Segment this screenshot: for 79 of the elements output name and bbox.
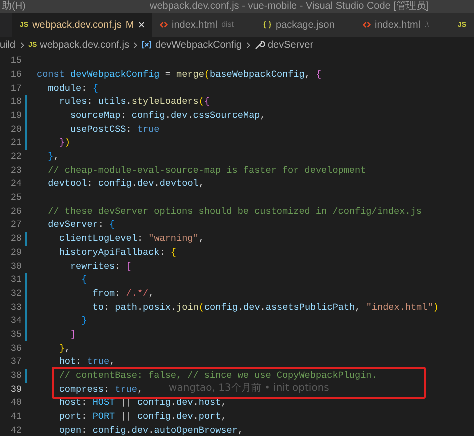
- line-number: 32: [10, 288, 22, 298]
- code-line: sourceMap: config.dev.cssSourceMap,: [69, 110, 266, 120]
- code-line: },: [58, 344, 70, 353]
- line-number: 15: [10, 56, 22, 66]
- chevron-right-icon: [132, 42, 140, 48]
- line-number: 36: [10, 344, 22, 353]
- variable-icon: [142, 41, 152, 49]
- line-number: 41: [10, 412, 22, 422]
- code-line: to: path.posix.join(config.dev.assetsPublicPath, "index.html"): [92, 302, 439, 312]
- line-number: 40: [10, 398, 22, 408]
- code-line: devtool: config.dev.devtool,: [47, 179, 204, 189]
- line-number: 29: [10, 248, 22, 258]
- braces-icon: [263, 21, 272, 29]
- line-number: 33: [10, 302, 22, 312]
- code-line: usePostCSS: true: [69, 124, 160, 134]
- code-line: from: /.*/,: [92, 288, 154, 298]
- chevron-right-icon: [18, 42, 26, 48]
- line-number: 23: [10, 166, 22, 175]
- breadcrumb-item[interactable]: uild: [0, 38, 16, 52]
- chevron-right-icon: [245, 42, 252, 48]
- code-line: historyApiFallback: {: [58, 248, 177, 258]
- line-number: 31: [10, 275, 22, 284]
- close-icon[interactable]: ×: [138, 19, 146, 31]
- code-line: compress: true,: [58, 384, 144, 394]
- code-line: // cheap-module-eval-source-map is faster for development: [47, 166, 366, 175]
- modified-label: M: [126, 18, 134, 32]
- code-line: hot: true,: [58, 357, 116, 367]
- line-number: 38: [10, 371, 22, 380]
- code-line: }: [80, 316, 88, 326]
- line-number: 20: [10, 124, 22, 134]
- code-line: port: PORT || config.dev.port,: [58, 412, 227, 422]
- code-line: }): [58, 138, 70, 148]
- line-number: 26: [10, 206, 22, 216]
- line-number: 35: [10, 330, 22, 340]
- code-line: {: [80, 275, 88, 284]
- code-line: },: [47, 152, 60, 162]
- line-number: 17: [10, 84, 22, 93]
- tab-label: index.html: [375, 18, 421, 32]
- line-number: 37: [10, 357, 22, 367]
- tab-label: webpack.dev.conf.js: [32, 18, 122, 32]
- breadcrumb-item[interactable]: devWebpackConfig: [155, 38, 242, 52]
- code-line: module: {: [47, 84, 98, 93]
- line-number: 24: [10, 179, 22, 189]
- line-number: 16: [10, 70, 22, 80]
- line-number: 22: [10, 152, 22, 162]
- code-line: open: config.dev.autoOpenBrowser,: [58, 426, 244, 436]
- code-line: rewrites: [: [69, 262, 132, 271]
- tab-description: dist: [222, 19, 234, 31]
- code-line: rules: utils.styleLoaders({: [58, 97, 210, 107]
- breadcrumb-item[interactable]: webpack.dev.conf.js: [40, 38, 130, 52]
- html-file-icon: [160, 21, 168, 29]
- code-line: devServer: {: [47, 220, 116, 230]
- html-file-icon: [363, 21, 371, 29]
- editor-tab[interactable]: index.html .\: [355, 13, 450, 37]
- line-number: 30: [10, 262, 22, 271]
- line-number: 28: [10, 234, 22, 244]
- code-line: clientLogLevel: "warning",: [58, 234, 204, 244]
- breadcrumb-item[interactable]: devServer: [268, 38, 314, 52]
- line-number: 42: [10, 426, 22, 436]
- line-number: 18: [10, 97, 22, 107]
- tab-label: index.html: [172, 18, 218, 32]
- wrench-icon: [255, 40, 265, 50]
- code-line: const devWebpackConfig = merge(baseWebpackConfig, {: [37, 70, 322, 80]
- window-title: webpack.dev.conf.js - vue-mobile - Visual Studio Code [管理员]: [150, 2, 430, 12]
- editor-tab[interactable]: index.html dist: [152, 13, 255, 37]
- line-number: 34: [10, 316, 22, 326]
- code-line: ]: [69, 330, 76, 340]
- line-number: 39: [10, 384, 22, 394]
- tab-description: .\: [424, 19, 430, 31]
- menu-item[interactable]: 助(H): [0, 2, 150, 12]
- git-blame-annotation: wangtao, 13个月前 • init options: [169, 384, 330, 394]
- tab-label: package.json: [276, 18, 335, 32]
- line-number: 27: [10, 220, 22, 230]
- line-number: 19: [10, 110, 22, 120]
- code-line: // these devServer options should be customized in /config/index.js: [47, 206, 422, 216]
- editor-tab[interactable]: package.json: [255, 13, 355, 37]
- code-line: // contentBase: false, // since we use CopyWebpackPlugin.: [58, 371, 378, 380]
- line-number: 21: [10, 138, 22, 148]
- line-number: 25: [10, 193, 22, 202]
